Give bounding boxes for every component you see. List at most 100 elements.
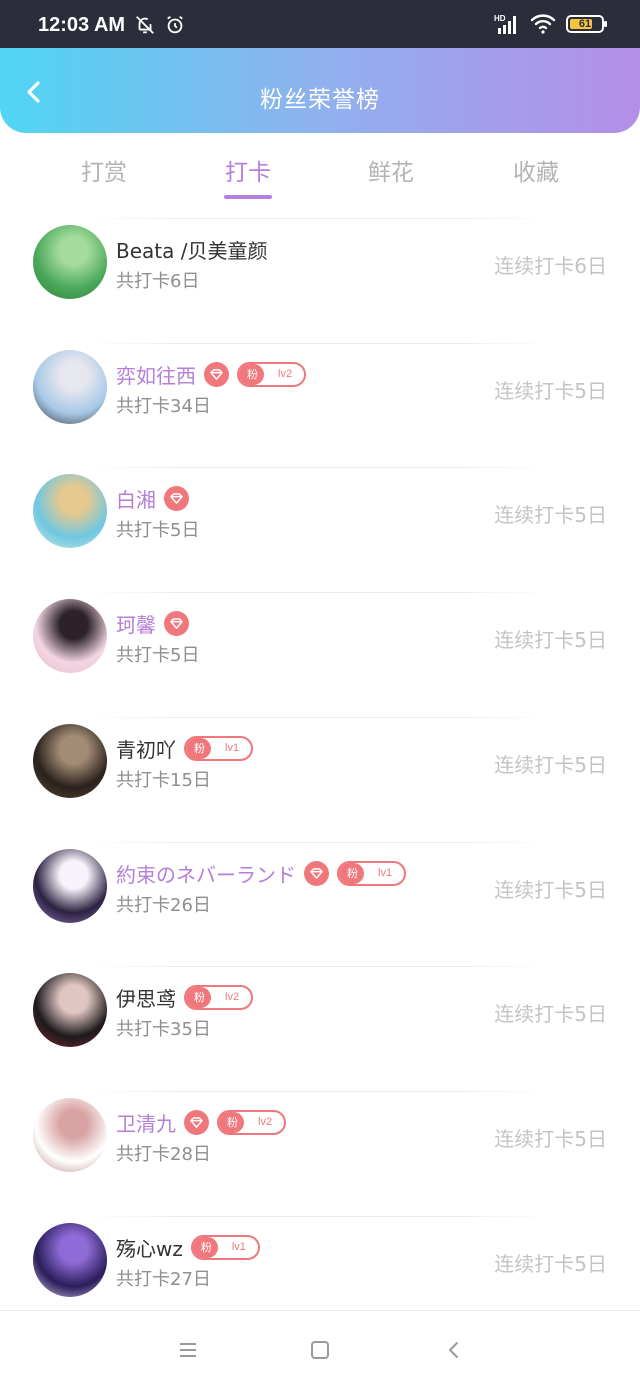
fan-name[interactable]: 殇心wz <box>116 1233 183 1262</box>
avatar[interactable] <box>33 350 107 424</box>
fan-row[interactable]: 弈如往西 粉 lv2 共打卡34日 连续打卡5日 <box>0 338 640 463</box>
fan-badge-level: lv2 <box>258 1116 273 1128</box>
streak-days: 连续打卡5日 <box>494 379 607 403</box>
name-line: 殇心wz 粉 lv1 <box>116 1233 260 1261</box>
diamond-icon <box>304 860 329 886</box>
bell-off-icon <box>136 16 154 34</box>
fan-badge-level: lv1 <box>378 867 393 879</box>
fan-name[interactable]: 珂馨 <box>116 609 156 638</box>
tab-checkin-label: 打卡 <box>225 160 271 186</box>
name-line: 弈如往西 粉 lv2 <box>116 360 307 389</box>
menu-icon[interactable] <box>177 1339 199 1361</box>
fan-name[interactable]: 弈如往西 <box>116 360 196 389</box>
avatar[interactable] <box>33 973 107 1047</box>
name-line: 卫清九 粉 lv2 <box>116 1108 287 1137</box>
fan-row[interactable]: 白湘共打卡5日 连续打卡5日 <box>0 462 640 587</box>
name-line: 珂馨 <box>116 609 189 637</box>
tab-reward-label: 打赏 <box>81 160 127 186</box>
avatar[interactable] <box>33 1098 107 1172</box>
fan-row[interactable]: 青初吖粉 lv1 共打卡15日 连续打卡5日 <box>0 712 640 837</box>
streak-days: 连续打卡5日 <box>494 878 607 902</box>
fan-level-badge: 粉 lv1 <box>190 1234 260 1260</box>
page-title: 粉丝荣誉榜 <box>260 87 380 113</box>
fan-name[interactable]: 約束のネバーランド <box>116 859 296 888</box>
avatar[interactable] <box>33 474 107 548</box>
total-checkin-days: 共打卡26日 <box>116 895 211 916</box>
home-square-icon[interactable] <box>309 1339 331 1361</box>
fan-badge-label: 粉 <box>186 986 211 1008</box>
streak-days: 连续打卡5日 <box>494 1252 607 1276</box>
total-checkin-days: 共打卡6日 <box>116 271 200 292</box>
fan-row[interactable]: 約束のネバーランド 粉 lv1 共打卡26日 连续打卡5日 <box>0 837 640 962</box>
status-right-icons: HD 61 <box>494 13 607 35</box>
diamond-icon <box>164 610 189 636</box>
back-chevron-icon[interactable] <box>443 1339 465 1361</box>
tab-flowers[interactable]: 鲜花 <box>341 153 441 187</box>
total-checkin-days: 共打卡5日 <box>116 645 200 666</box>
fan-name[interactable]: Beata /贝美童颜 <box>116 235 267 264</box>
tab-active-underline <box>224 195 272 199</box>
streak-days: 连续打卡5日 <box>494 753 607 777</box>
avatar[interactable] <box>33 225 107 299</box>
streak-days: 连续打卡5日 <box>494 503 607 527</box>
fan-badge-label: 粉 <box>192 1236 218 1258</box>
name-line: 白湘 <box>116 484 189 512</box>
fan-name[interactable]: 伊思鸢 <box>116 983 176 1012</box>
total-checkin-days: 共打卡35日 <box>116 1019 211 1040</box>
battery-icon: 61 <box>566 15 607 33</box>
avatar[interactable] <box>33 1223 107 1297</box>
total-checkin-days: 共打卡34日 <box>116 396 211 417</box>
fan-badge-label: 粉 <box>219 1111 244 1133</box>
status-left-icons <box>134 14 186 36</box>
fan-name[interactable]: 青初吖 <box>116 734 176 763</box>
tab-favorites-label: 收藏 <box>513 160 559 186</box>
tab-checkin[interactable]: 打卡 <box>198 153 298 199</box>
total-checkin-days: 共打卡5日 <box>116 520 200 541</box>
fan-badge-level: lv1 <box>231 1241 246 1253</box>
avatar[interactable] <box>33 849 107 923</box>
tab-favorites[interactable]: 收藏 <box>486 153 586 187</box>
total-checkin-days: 共打卡27日 <box>116 1269 211 1290</box>
name-line: 青初吖粉 lv1 <box>116 734 254 763</box>
total-checkin-days: 共打卡15日 <box>116 770 211 791</box>
fan-badge-level: lv2 <box>278 368 293 380</box>
fan-badge-level: lv2 <box>225 991 240 1003</box>
fan-row[interactable]: 珂馨共打卡5日 连续打卡5日 <box>0 587 640 712</box>
tab-flowers-label: 鲜花 <box>368 160 414 186</box>
avatar[interactable] <box>33 599 107 673</box>
name-line: Beata /贝美童颜 <box>116 235 267 263</box>
diamond-icon <box>184 1109 209 1135</box>
fan-row[interactable]: Beata /贝美童颜共打卡6日 连续打卡6日 <box>0 213 640 338</box>
streak-days: 连续打卡5日 <box>494 628 607 652</box>
fan-level-badge: 粉 lv1 <box>184 735 254 761</box>
fan-level-badge: 粉 lv2 <box>184 984 254 1010</box>
fan-badge-label: 粉 <box>186 737 211 759</box>
name-line: 約束のネバーランド 粉 lv1 <box>116 859 407 888</box>
avatar[interactable] <box>33 724 107 798</box>
fan-row[interactable]: 伊思鸢粉 lv2 共打卡35日 连续打卡5日 <box>0 961 640 1086</box>
fan-name[interactable]: 白湘 <box>116 484 156 513</box>
streak-days: 连续打卡5日 <box>494 1002 607 1026</box>
system-nav-bar <box>0 1310 640 1387</box>
tab-bar: 打赏 打卡 鲜花 收藏 <box>0 133 640 213</box>
fan-level-badge: 粉 lv2 <box>237 361 307 387</box>
fan-badge-level: lv1 <box>225 742 240 754</box>
svg-text:HD: HD <box>494 14 506 23</box>
fan-level-badge: 粉 lv2 <box>217 1109 287 1135</box>
tab-reward[interactable]: 打赏 <box>54 153 154 187</box>
fan-row[interactable]: 卫清九 粉 lv2 共打卡28日 连续打卡5日 <box>0 1086 640 1211</box>
diamond-icon <box>164 485 189 511</box>
battery-level: 61 <box>578 18 592 30</box>
status-time: 12:03 AM <box>38 14 126 36</box>
wifi-icon <box>530 14 556 34</box>
name-line: 伊思鸢粉 lv2 <box>116 983 254 1012</box>
fan-name[interactable]: 卫清九 <box>116 1108 176 1137</box>
alarm-icon <box>167 15 183 34</box>
total-checkin-days: 共打卡28日 <box>116 1144 211 1165</box>
status-bar: 12:03 AM HD 61 <box>0 0 640 48</box>
streak-days: 连续打卡6日 <box>494 254 607 278</box>
fan-level-badge: 粉 lv1 <box>337 860 407 886</box>
fan-badge-label: 粉 <box>239 363 264 385</box>
hd-signal-icon: HD <box>494 14 516 34</box>
header: 粉丝荣誉榜 <box>0 48 640 133</box>
